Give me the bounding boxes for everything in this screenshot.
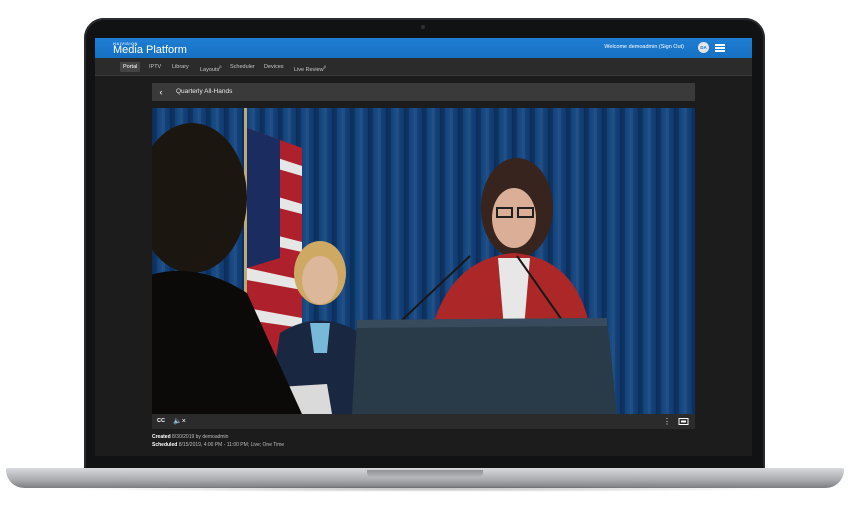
nav-item-portal[interactable]: Portal (120, 62, 141, 72)
main-nav: Portal IPTV Library Layoutsβ Scheduler D… (95, 58, 752, 76)
player-controls: CC 🔈× ⋮ (152, 414, 695, 429)
fullscreen-icon[interactable] (678, 414, 689, 429)
more-vertical-icon[interactable]: ⋮ (663, 414, 671, 429)
content-header: ‹ Quarterly All-Hands (152, 83, 695, 101)
scheduled-label: Scheduled (152, 442, 178, 448)
hamburger-menu-icon[interactable] (714, 42, 726, 53)
scheduled-value: 8/15/2019, 4:00 PM - 11:00 PM; Live; One… (178, 442, 285, 448)
video-player[interactable] (152, 108, 695, 414)
nav-item-iptv[interactable]: IPTV (146, 62, 164, 72)
top-bar: HAIVISION Media Platform Welcome demoadm… (95, 38, 752, 58)
nav-item-scheduler[interactable]: Scheduler (227, 62, 258, 72)
speaker-muted-icon[interactable]: 🔈× (173, 414, 186, 429)
brand-name[interactable]: Media Platform (113, 44, 187, 56)
created-value: 8/30/2019 by demoadmin (172, 434, 229, 440)
nav-item-devices[interactable]: Devices (261, 62, 287, 72)
nav-item-library[interactable]: Library (169, 62, 192, 72)
closed-captions-button[interactable]: CC (157, 414, 165, 429)
page-title: Quarterly All-Hands (176, 88, 233, 95)
scheduled-info: Scheduled 8/15/2019, 4:00 PM - 11:00 PM;… (152, 442, 284, 448)
laptop-notch (367, 470, 483, 478)
camera-dot (421, 25, 425, 29)
app-screen: HAIVISION Media Platform Welcome demoadm… (95, 38, 752, 456)
welcome-message: Welcome demoadmin (Sign Out) (604, 44, 684, 50)
laptop-shadow (70, 486, 780, 492)
video-frame (152, 108, 695, 414)
created-info: Created 8/30/2019 by demoadmin (152, 434, 228, 440)
avatar[interactable]: DA (698, 42, 709, 53)
nav-item-live-review[interactable]: Live Reviewβ (291, 62, 329, 75)
welcome-text: Welcome demoadmin (604, 44, 658, 50)
created-label: Created (152, 434, 171, 440)
sign-out-link[interactable]: (Sign Out) (659, 44, 684, 50)
chevron-left-icon[interactable]: ‹ (156, 83, 166, 101)
nav-item-layouts[interactable]: Layoutsβ (197, 62, 225, 75)
